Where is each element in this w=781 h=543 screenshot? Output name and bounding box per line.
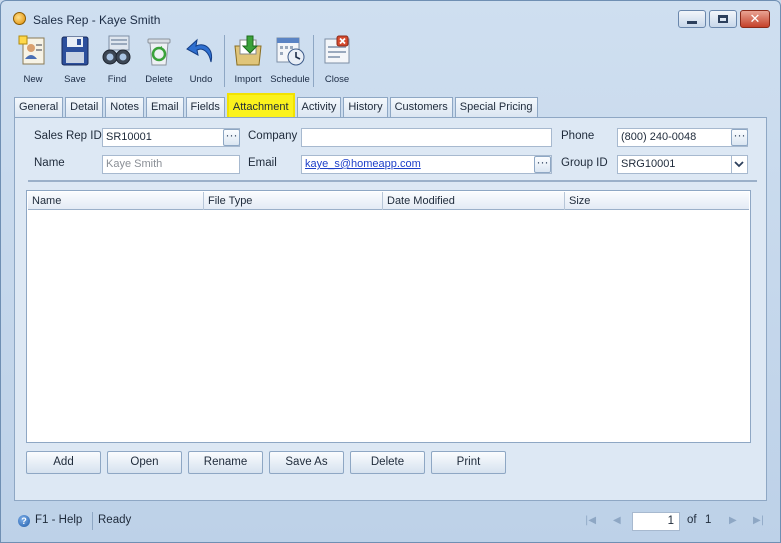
title-bar[interactable]: Sales Rep - Kaye Smith ✕ [1, 1, 780, 31]
group-id-dropdown-button[interactable] [731, 156, 746, 173]
attachment-actions: Add Open Rename Save As Delete Print [26, 451, 512, 474]
column-header-name[interactable]: Name [28, 192, 204, 210]
find-button[interactable]: Find [96, 32, 138, 90]
tab-notes[interactable]: Notes [105, 97, 145, 117]
tab-special-pricing[interactable]: Special Pricing [454, 97, 538, 117]
delete-toolbar-button[interactable]: Delete [138, 32, 180, 90]
company-field[interactable] [301, 128, 552, 147]
undo-arrow-icon [184, 34, 218, 68]
toolbar-separator [313, 35, 314, 87]
save-as-button[interactable]: Save As [269, 451, 344, 474]
schedule-calendar-icon [273, 34, 307, 68]
new-label: New [23, 74, 43, 85]
sales-rep-id-lookup-button[interactable]: ··· [223, 129, 240, 146]
column-header-file-type[interactable]: File Type [204, 192, 383, 210]
tab-activity[interactable]: Activity [296, 97, 342, 117]
recycle-bin-icon [142, 34, 176, 68]
tab-strip: General Detail Notes Email Fields Attach… [14, 93, 540, 117]
phone-lookup-button[interactable]: ··· [731, 129, 748, 146]
group-id-label: Group ID [561, 157, 608, 169]
rename-button[interactable]: Rename [188, 451, 263, 474]
add-button[interactable]: Add [26, 451, 101, 474]
delete-toolbar-label: Delete [145, 74, 173, 85]
page-of-label: of [687, 514, 697, 526]
close-label: Close [324, 74, 350, 85]
save-disk-icon [58, 34, 92, 68]
email-lookup-button[interactable]: ··· [534, 156, 551, 173]
print-button[interactable]: Print [431, 451, 506, 474]
import-icon [231, 34, 265, 68]
close-icon: ✕ [749, 11, 761, 27]
open-button[interactable]: Open [107, 451, 182, 474]
save-button[interactable]: Save [54, 32, 96, 90]
tab-detail[interactable]: Detail [65, 97, 104, 117]
tab-attachment[interactable]: Attachment [226, 93, 295, 117]
close-button[interactable]: Close [316, 32, 358, 90]
column-header-date-modified[interactable]: Date Modified [383, 192, 565, 210]
previous-page-icon[interactable]: ◀ [613, 515, 621, 526]
email-label: Email [248, 157, 277, 169]
schedule-label: Schedule [270, 74, 310, 85]
minimize-button[interactable] [678, 10, 706, 28]
toolbar-separator [224, 35, 225, 87]
new-record-icon [16, 34, 50, 68]
save-label: Save [64, 74, 86, 85]
form-divider [28, 180, 757, 182]
email-field[interactable]: kaye_s@homeapp.com [301, 155, 552, 174]
status-separator [92, 512, 93, 530]
sales-rep-window: Sales Rep - Kaye Smith ✕ New Save Find D… [0, 0, 781, 543]
maximize-icon [718, 15, 728, 23]
last-page-icon[interactable]: ▶| [753, 515, 764, 526]
import-label: Import [234, 74, 262, 85]
app-icon [13, 12, 26, 25]
tab-email[interactable]: Email [146, 97, 184, 117]
help-icon[interactable]: ? [18, 515, 30, 527]
schedule-button[interactable]: Schedule [269, 32, 311, 90]
phone-field[interactable]: (800) 240-0048 [617, 128, 748, 147]
attachments-grid[interactable]: Name File Type Date Modified Size [26, 190, 751, 443]
column-header-size[interactable]: Size [565, 192, 749, 210]
tab-general[interactable]: General [14, 97, 64, 117]
group-id-select[interactable]: SRG10001 [617, 155, 748, 174]
close-window-button[interactable]: ✕ [740, 10, 770, 28]
next-page-icon[interactable]: ▶ [729, 515, 737, 526]
undo-button[interactable]: Undo [180, 32, 222, 90]
undo-label: Undo [189, 74, 213, 85]
status-bar: ? F1 - Help Ready |◀ ◀ 1 of 1 ▶ ▶| [1, 508, 780, 534]
toolbar: New Save Find Delete Undo Import Schedul… [12, 32, 358, 90]
status-text: Ready [98, 514, 132, 526]
name-label: Name [34, 157, 65, 169]
chevron-down-icon [734, 161, 744, 168]
new-button[interactable]: New [12, 32, 54, 90]
tab-history[interactable]: History [343, 97, 388, 117]
close-form-icon [320, 34, 354, 68]
minimize-icon [687, 20, 697, 24]
find-label: Find [107, 74, 127, 85]
phone-label: Phone [561, 130, 595, 142]
company-label: Company [248, 130, 298, 142]
page-number-input[interactable]: 1 [632, 512, 680, 531]
import-button[interactable]: Import [227, 32, 269, 90]
binoculars-icon [100, 34, 134, 68]
window-title: Sales Rep - Kaye Smith [33, 13, 161, 27]
delete-attachment-button[interactable]: Delete [350, 451, 425, 474]
email-link[interactable]: kaye_s@homeapp.com [305, 158, 421, 170]
tab-fields[interactable]: Fields [185, 97, 225, 117]
name-field[interactable]: Kaye Smith [102, 155, 240, 174]
tab-customers[interactable]: Customers [389, 97, 453, 117]
sales-rep-id-field[interactable]: SR10001 [102, 128, 240, 147]
first-page-icon[interactable]: |◀ [585, 515, 596, 526]
grid-header: Name File Type Date Modified Size [28, 192, 749, 210]
help-text[interactable]: F1 - Help [35, 514, 82, 526]
sales-rep-id-label: Sales Rep ID [34, 130, 102, 142]
maximize-button[interactable] [709, 10, 737, 28]
page-total: 1 [705, 514, 712, 526]
